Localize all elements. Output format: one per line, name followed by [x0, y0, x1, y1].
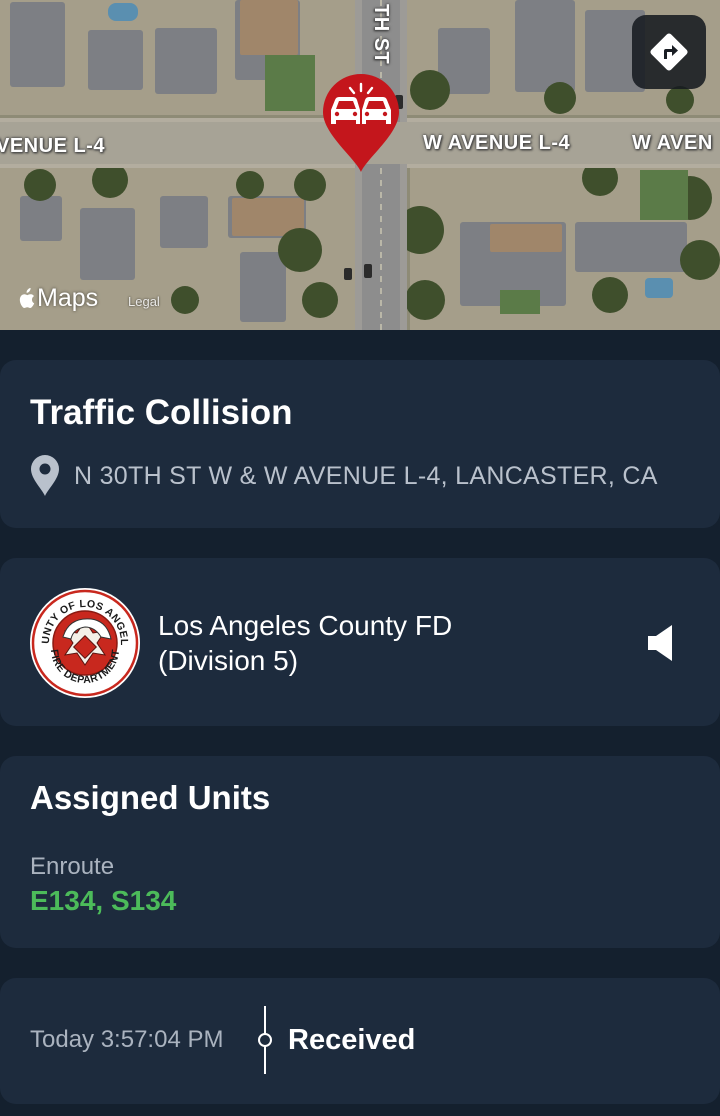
incident-address: N 30TH ST W & W AVENUE L-4, LANCASTER, C…	[74, 461, 658, 490]
la-county-fire-department-logo: COUNTY OF LOS ANGELES FIRE DEPARTMENT	[29, 587, 140, 698]
agency-name-line2: (Division 5)	[158, 645, 299, 676]
assigned-units-title: Assigned Units	[30, 779, 271, 816]
timeline-node-icon	[258, 1006, 272, 1074]
agency-card[interactable]: COUNTY OF LOS ANGELES FIRE DEPARTMENT Lo…	[0, 558, 720, 726]
assigned-units-card: Assigned Units Enroute E134, S134	[0, 756, 720, 948]
agency-name-line1: Los Angeles County FD	[158, 610, 453, 641]
timeline-event: Received	[288, 1024, 416, 1056]
incident-title: Traffic Collision	[30, 393, 293, 432]
incident-address-row[interactable]: N 30TH ST W & W AVENUE L-4, LANCASTER, C…	[30, 455, 658, 497]
maps-brand-text: Maps	[37, 284, 99, 312]
street-label-avenue-west: VENUE L-4	[0, 135, 105, 157]
directions-arrow-icon	[650, 33, 688, 71]
traffic-collision-icon[interactable]	[321, 74, 401, 174]
unit-list[interactable]: E134, S134	[30, 885, 176, 917]
unit-status-label: Enroute	[30, 853, 115, 880]
timeline-card: Today 3:57:04 PM Received	[0, 978, 720, 1104]
directions-button[interactable]	[632, 15, 706, 89]
incident-card: Traffic Collision N 30TH ST W & W AVENUE…	[0, 360, 720, 528]
agency-name: Los Angeles County FD (Division 5)	[158, 608, 452, 678]
timeline-time: Today 3:57:04 PM	[30, 1026, 224, 1053]
incident-map[interactable]: VENUE L-4 W AVENUE L-4 W AVEN TH ST Maps…	[0, 0, 720, 330]
street-label-avenue-far-east: W AVEN	[632, 132, 713, 154]
street-label-cross-street: TH ST	[370, 4, 392, 65]
apple-maps-logo: Maps	[17, 284, 98, 313]
location-pin-icon	[31, 455, 59, 496]
speaker-icon[interactable]	[646, 624, 674, 662]
street-label-avenue-east: W AVENUE L-4	[423, 132, 571, 154]
legal-link[interactable]: Legal	[128, 294, 160, 309]
apple-icon	[19, 287, 35, 308]
